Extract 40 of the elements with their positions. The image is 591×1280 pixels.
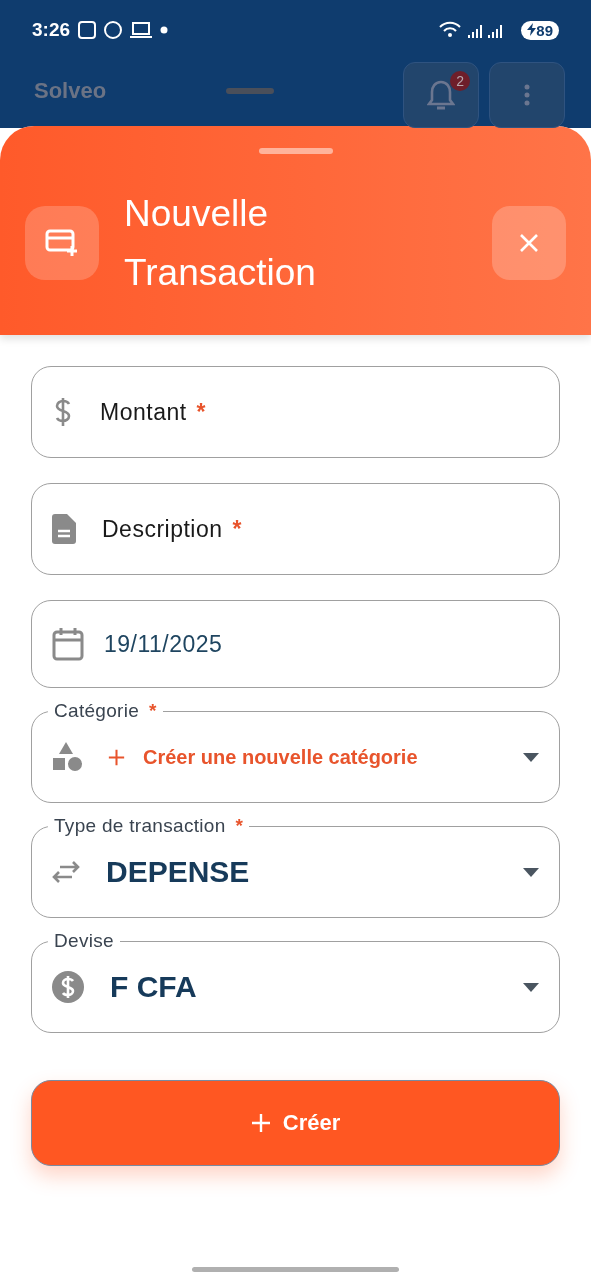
field-label: Type de transaction *	[53, 816, 245, 836]
selected-value: F CFA	[110, 970, 197, 1004]
dot-icon	[160, 26, 169, 34]
document-icon	[52, 514, 76, 544]
dropdown-field[interactable]: Devise F CFA	[31, 931, 560, 1033]
more-icon	[524, 84, 530, 106]
close-icon	[520, 234, 538, 252]
screenshot-icon	[78, 21, 97, 39]
dropdown-caret-icon	[523, 752, 539, 762]
dropdown-caret-icon	[523, 867, 539, 877]
text-field[interactable]: Montant *	[31, 366, 560, 458]
app-logo: Solveo	[34, 78, 107, 104]
date-field[interactable]: 19/11/2025	[31, 600, 560, 688]
plus-icon	[108, 748, 125, 766]
field-label: Description *	[102, 515, 242, 543]
calendar-icon	[52, 627, 84, 661]
field-label: Montant *	[100, 398, 207, 426]
chat-icon	[104, 21, 123, 39]
text-field[interactable]: Description *	[31, 483, 560, 575]
card-add-icon	[25, 206, 99, 280]
notification-button[interactable]: 2	[403, 62, 479, 128]
field-label: Catégorie *	[53, 701, 158, 721]
sheet-title: Nouvelle Transaction	[124, 192, 317, 295]
close-button[interactable]	[492, 206, 566, 280]
battery-indicator: 89	[521, 20, 559, 40]
more-button[interactable]	[489, 62, 565, 128]
dropdown-caret-icon	[523, 982, 539, 992]
field-label: Devise	[53, 931, 115, 951]
dropdown-field[interactable]: Type de transaction * DEPENSE	[31, 816, 560, 918]
swap-arrows-icon	[52, 861, 80, 883]
notification-badge: 2	[450, 71, 470, 91]
laptop-icon	[130, 22, 153, 38]
selected-value: DEPENSE	[106, 855, 250, 889]
shapes-icon	[52, 742, 82, 772]
coin-dollar-icon	[52, 971, 84, 1003]
dropdown-field[interactable]: Catégorie * Créer une nouvelle catégorie	[31, 701, 560, 803]
plus-icon	[250, 1113, 271, 1133]
bell-icon	[427, 79, 455, 111]
status-time: 3:26	[32, 19, 71, 41]
create-category-link[interactable]: Créer une nouvelle catégorie	[143, 745, 418, 769]
